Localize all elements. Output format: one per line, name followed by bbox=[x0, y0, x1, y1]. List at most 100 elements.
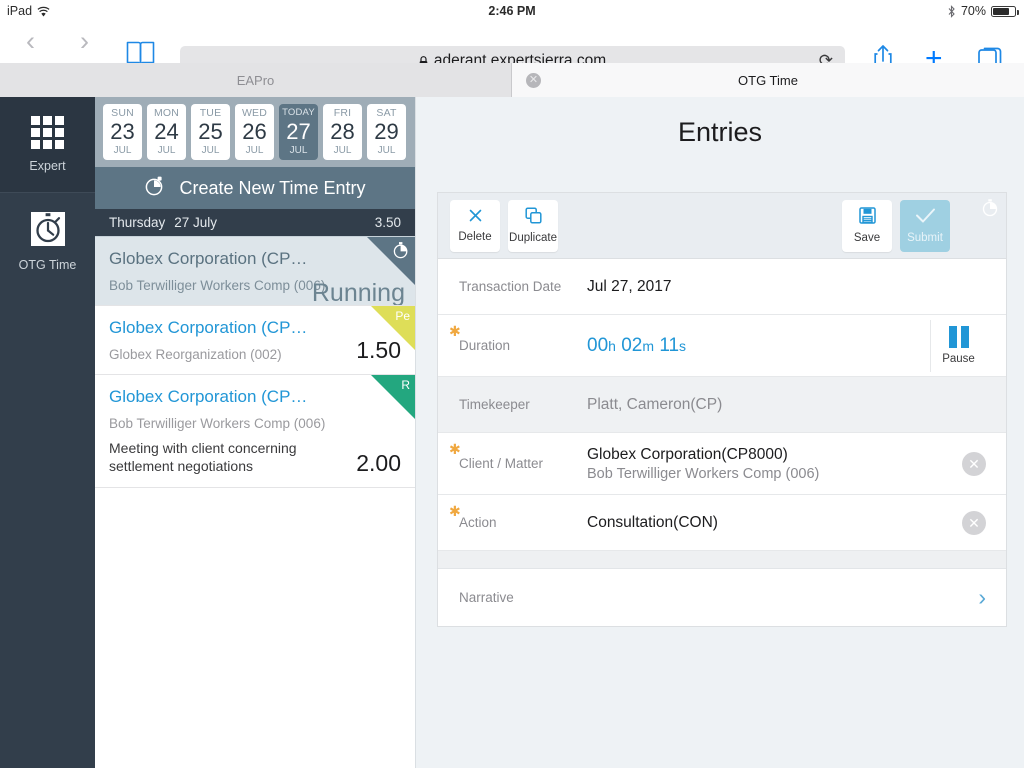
date-card-dow: WED bbox=[241, 106, 268, 119]
date-card-dow: TODAY bbox=[282, 107, 315, 119]
delete-button[interactable]: Delete bbox=[450, 199, 500, 252]
time-entry-matter: Bob Terwilliger Workers Comp (006) bbox=[109, 416, 326, 431]
chevron-right-icon[interactable]: › bbox=[80, 28, 89, 55]
date-card-month: JUL bbox=[289, 144, 308, 156]
close-icon[interactable]: ✕ bbox=[526, 73, 541, 88]
check-icon bbox=[915, 207, 936, 227]
narrative-row[interactable]: Narrative › bbox=[438, 569, 1006, 626]
sidebar-item-expert[interactable]: Expert bbox=[0, 97, 95, 192]
date-card-day: 28 bbox=[330, 119, 355, 145]
status-bar-clock: 2:46 PM bbox=[488, 4, 536, 18]
transaction-date-row[interactable]: Transaction Date Jul 27, 2017 bbox=[438, 259, 1006, 315]
delete-button-label: Delete bbox=[458, 231, 492, 243]
duration-hours: 00 bbox=[587, 334, 609, 356]
entry-detail-toolbar: Delete Duplicate Save Submit bbox=[438, 193, 1006, 259]
submit-button[interactable]: Submit bbox=[900, 199, 950, 252]
status-ribbon-label: Pe bbox=[395, 309, 410, 323]
date-card-dow: SUN bbox=[111, 106, 134, 119]
required-marker: ✱ bbox=[449, 503, 461, 519]
submit-button-label: Submit bbox=[907, 232, 943, 244]
time-entry-client: Globex Corporation (CP… bbox=[109, 387, 308, 406]
duplicate-button[interactable]: Duplicate bbox=[508, 199, 558, 252]
time-entry-row-running[interactable]: Globex Corporation (CP… Bob Terwilliger … bbox=[95, 236, 415, 306]
battery-percent-label: 70% bbox=[960, 4, 986, 18]
client-matter-row[interactable]: ✱ Client / Matter Globex Corporation(CP8… bbox=[438, 433, 1006, 495]
time-entry-row-pending[interactable]: Pe Globex Corporation (CP… Globex Reorga… bbox=[95, 306, 415, 375]
create-new-time-entry-button[interactable]: Create New Time Entry bbox=[95, 167, 415, 209]
transaction-date-value: Jul 27, 2017 bbox=[587, 277, 672, 295]
browser-toolbar: ‹ › aderant.expertsierra.com ⟳ + bbox=[0, 22, 1024, 75]
transaction-date-label: Transaction Date bbox=[459, 279, 562, 294]
required-marker: ✱ bbox=[449, 323, 461, 339]
action-label: Action bbox=[459, 515, 497, 530]
ios-status-bar: iPad 2:46 PM 70% bbox=[0, 0, 1024, 22]
browser-tab-label: EAPro bbox=[236, 72, 275, 88]
day-header: Thursday 27 July 3.50 bbox=[95, 209, 415, 236]
page-title: Entries bbox=[677, 116, 763, 147]
sidebar-item-label: OTG Time bbox=[18, 257, 77, 272]
clear-icon[interactable]: ✕ bbox=[962, 510, 986, 535]
date-card-month: JUL bbox=[113, 145, 132, 157]
client-matter-matter: Bob Terwilliger Workers Comp (006) bbox=[587, 465, 820, 482]
save-icon bbox=[858, 207, 876, 227]
day-header-date: 27 July bbox=[174, 215, 218, 230]
date-card-day: 26 bbox=[242, 119, 267, 145]
date-card-26[interactable]: WED 26 JUL bbox=[235, 104, 274, 160]
pause-icon bbox=[948, 326, 969, 348]
sidebar-item-otg-time[interactable]: OTG Time bbox=[0, 193, 95, 288]
narrative-label: Narrative bbox=[459, 590, 514, 605]
browser-tab-eapro[interactable]: EAPro bbox=[0, 63, 512, 97]
pause-button[interactable]: Pause bbox=[930, 319, 986, 372]
date-card-28[interactable]: FRI 28 JUL bbox=[323, 104, 362, 160]
copy-icon bbox=[524, 207, 542, 227]
timekeeper-value: Platt, Cameron(CP) bbox=[587, 395, 723, 413]
save-button-label: Save bbox=[853, 232, 881, 244]
date-card-month: JUL bbox=[333, 145, 352, 157]
browser-tab-otg-time[interactable]: ✕ OTG Time bbox=[512, 63, 1024, 97]
duration-minutes: 02 bbox=[621, 334, 643, 356]
duration-row[interactable]: ✱ Duration 00h 02m 11s Pause bbox=[438, 315, 1006, 377]
chevron-left-icon[interactable]: ‹ bbox=[26, 28, 35, 55]
date-card-month: JUL bbox=[245, 145, 264, 157]
chevron-right-icon[interactable]: › bbox=[978, 584, 986, 611]
date-card-dow: TUE bbox=[199, 106, 222, 119]
time-entry-client: Globex Corporation (CP… bbox=[109, 249, 308, 268]
client-matter-value: Globex Corporation(CP8000) Bob Terwillig… bbox=[587, 446, 962, 482]
date-card-dow: FRI bbox=[333, 106, 352, 119]
clear-icon[interactable]: ✕ bbox=[962, 451, 986, 476]
date-card-23[interactable]: SUN 23 JUL bbox=[103, 104, 142, 160]
date-card-25[interactable]: TUE 25 JUL bbox=[191, 104, 230, 160]
date-card-day: 24 bbox=[154, 119, 179, 145]
duration-hours-unit: h bbox=[608, 337, 616, 354]
date-card-day: 27 bbox=[286, 118, 311, 144]
browser-tab-label: OTG Time bbox=[738, 72, 798, 88]
battery-icon bbox=[991, 5, 1019, 17]
create-new-time-entry-label: Create New Time Entry bbox=[179, 177, 366, 198]
entry-detail-panel: Entries Delete Duplicate Save Submit Tra… bbox=[415, 97, 1024, 768]
stopwatch-icon bbox=[29, 210, 67, 248]
date-card-month: JUL bbox=[157, 145, 176, 157]
time-entry-hours: 2.00 bbox=[356, 450, 401, 476]
stopwatch-icon bbox=[981, 198, 1000, 222]
entries-list-column: SUN 23 JUL MON 24 JUL TUE 25 JUL WED 26 … bbox=[95, 97, 415, 768]
time-entry-status-running: Running bbox=[311, 279, 405, 306]
grid-icon bbox=[31, 116, 64, 149]
date-card-dow: MON bbox=[153, 106, 180, 119]
stopwatch-icon bbox=[144, 175, 165, 201]
duration-label: Duration bbox=[459, 338, 511, 353]
close-icon bbox=[468, 208, 483, 226]
time-entry-row-released[interactable]: R Globex Corporation (CP… Bob Terwillige… bbox=[95, 375, 415, 488]
browser-tab-strip: EAPro ✕ OTG Time bbox=[0, 63, 1024, 97]
date-card-24[interactable]: MON 24 JUL bbox=[147, 104, 186, 160]
date-card-today-27[interactable]: TODAY 27 JUL bbox=[279, 104, 318, 160]
action-row[interactable]: ✱ Action Consultation(CON) ✕ bbox=[438, 495, 1006, 551]
date-card-dow: SAT bbox=[376, 106, 397, 119]
duration-minutes-unit: m bbox=[642, 337, 655, 354]
entry-detail-card: Delete Duplicate Save Submit Transaction… bbox=[437, 192, 1007, 627]
save-button[interactable]: Save bbox=[842, 199, 892, 252]
date-card-month: JUL bbox=[377, 145, 396, 157]
sidebar-item-label: Expert bbox=[29, 159, 66, 173]
date-card-29[interactable]: SAT 29 JUL bbox=[367, 104, 406, 160]
date-card-day: 29 bbox=[374, 119, 399, 145]
app-sidebar: Expert OTG Time bbox=[0, 97, 95, 768]
